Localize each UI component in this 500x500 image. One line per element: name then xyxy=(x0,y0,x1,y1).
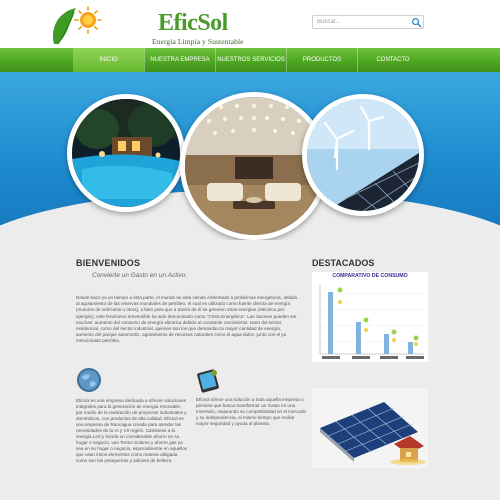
welcome-subtitle: Convierte un Gasto en un Activo. xyxy=(92,272,188,279)
solution-description: Eficsol ofrece una solución a toda aquel… xyxy=(196,397,307,426)
logo-title: EficSol xyxy=(158,10,228,36)
hero-banner xyxy=(0,72,500,240)
main-navigation: INICIO NUESTRA EMPRESA NUESTROS SERVICIO… xyxy=(0,48,500,72)
consumption-comparison-graphic xyxy=(319,284,424,359)
welcome-title: BIENVENIDOS xyxy=(76,258,141,268)
solar-panels-photo xyxy=(302,94,424,216)
site-header: EficSol Energía Limpia y Sustentable xyxy=(0,0,500,48)
nav-item-productos[interactable]: PRODUCTOS xyxy=(286,48,357,72)
logo-subtitle: Energía Limpia y Sustentable xyxy=(152,37,244,46)
nav-item-nuestros-servicios[interactable]: NUESTROS SERVICIOS xyxy=(215,48,286,72)
nav-item-nuestra-empresa[interactable]: NUESTRA EMPRESA xyxy=(144,48,215,72)
nav-item-inicio[interactable]: INICIO xyxy=(73,48,144,72)
site-logo[interactable]: EficSol Energía Limpia y Sustentable xyxy=(48,4,244,46)
company-description: Eficsol es una empresa dedicada a ofrece… xyxy=(76,398,188,463)
solar-panel-house-photo[interactable] xyxy=(312,388,428,468)
nav-item-contacto[interactable]: CONTACTO xyxy=(357,48,428,72)
search-box xyxy=(312,15,424,29)
featured-title: DESTACADOS xyxy=(312,258,375,268)
pool-photo xyxy=(67,94,185,212)
tablet-icon xyxy=(197,369,219,393)
globe-icon xyxy=(77,368,101,392)
consumption-comparison-image[interactable]: COMPARATIVO DE CONSUMO xyxy=(312,272,428,362)
search-input[interactable] xyxy=(315,16,407,28)
search-icon[interactable] xyxy=(411,17,422,28)
logo-sun-icon xyxy=(52,6,102,45)
welcome-paragraph: Desde hace ya un tiempo a ésta parte, el… xyxy=(76,295,298,344)
